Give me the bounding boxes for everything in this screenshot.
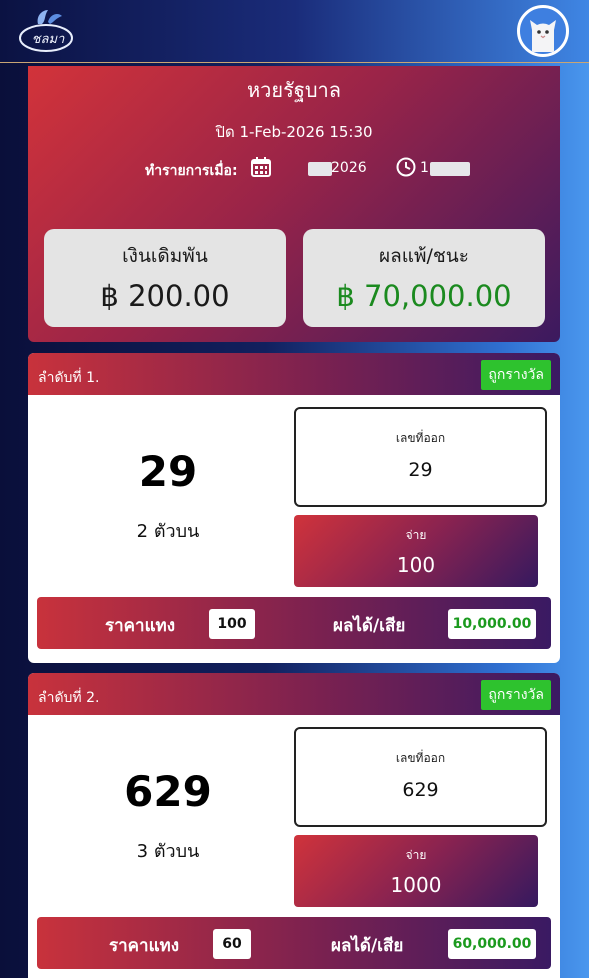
result-value: ฿ 70,000.00 bbox=[336, 279, 512, 313]
profit-label: ผลได้/เสีย bbox=[331, 936, 404, 956]
drawn-label: เลขที่ออก bbox=[395, 751, 446, 765]
bet-summary-bar: ราคาแทง 60 ผลได้/เสีย 60,000.00 bbox=[37, 917, 551, 969]
result-label: ผลแพ้/ชนะ bbox=[378, 245, 470, 267]
transaction-date: 2026 bbox=[331, 160, 367, 176]
top-bar: ชลมา bbox=[0, 0, 589, 63]
bet-type: 3 ตัวบน bbox=[136, 841, 200, 862]
transaction-label: ทำรายการเมื่อ: bbox=[145, 163, 238, 179]
stake-label: เงินเดิมพัน bbox=[122, 245, 208, 267]
summary-panel: หวยรัฐบาล ปิด 1-Feb-2026 15:30 ทำรายการเ… bbox=[28, 66, 560, 342]
drawn-value: 629 bbox=[402, 779, 439, 801]
bet-number: 629 bbox=[124, 767, 212, 816]
logo[interactable]: ชลมา bbox=[18, 6, 78, 54]
drawn-label: เลขที่ออก bbox=[395, 431, 446, 445]
profit-label: ผลได้/เสีย bbox=[333, 616, 406, 636]
redacted-date bbox=[308, 162, 332, 176]
drawn-value: 29 bbox=[408, 459, 433, 481]
drawn-number-box: เลขที่ออก 29 bbox=[294, 407, 547, 507]
result-box: ผลแพ้/ชนะ ฿ 70,000.00 bbox=[303, 229, 545, 327]
profit-value: 10,000.00 bbox=[448, 609, 536, 639]
bet-type: 2 ตัวบน bbox=[136, 521, 200, 542]
bet-card-header: ลำดับที่ 2. ถูกรางวัล bbox=[28, 673, 560, 715]
bet-card-header: ลำดับที่ 1. ถูกรางวัล bbox=[28, 353, 560, 395]
calendar-icon bbox=[251, 157, 271, 177]
price-value: 60 bbox=[213, 929, 251, 959]
bet-summary-bar: ราคาแทง 100 ผลได้/เสีย 10,000.00 bbox=[37, 597, 551, 649]
svg-text:ชลมา: ชลมา bbox=[32, 32, 65, 47]
win-badge: ถูกรางวัล bbox=[481, 680, 551, 710]
close-time: ปิด 1-Feb-2026 15:30 bbox=[215, 123, 373, 141]
clock-icon bbox=[396, 157, 416, 177]
bet-rank: ลำดับที่ 2. bbox=[38, 690, 100, 706]
price-value: 100 bbox=[209, 609, 255, 639]
payout-box: จ่าย 1000 bbox=[294, 835, 538, 907]
bet-number: 29 bbox=[138, 447, 198, 496]
payout-box: จ่าย 100 bbox=[294, 515, 538, 587]
win-badge: ถูกรางวัล bbox=[481, 360, 551, 390]
transaction-time: 1 bbox=[420, 160, 429, 176]
stake-value: ฿ 200.00 bbox=[100, 279, 230, 313]
pay-label: จ่าย bbox=[405, 528, 427, 542]
bet-rank: ลำดับที่ 1. bbox=[38, 370, 100, 386]
lottery-title: หวยรัฐบาล bbox=[246, 78, 342, 102]
price-label: ราคาแทง bbox=[109, 936, 180, 956]
bet-card: ลำดับที่ 2. ถูกรางวัล 629 3 ตัวบน เลขที่… bbox=[28, 673, 560, 978]
redacted-time bbox=[430, 162, 470, 176]
stake-box: เงินเดิมพัน ฿ 200.00 bbox=[44, 229, 286, 327]
price-label: ราคาแทง bbox=[105, 616, 176, 636]
profit-value: 60,000.00 bbox=[448, 929, 536, 959]
pay-label: จ่าย bbox=[405, 848, 427, 862]
drawn-number-box: เลขที่ออก 629 bbox=[294, 727, 547, 827]
pay-value: 100 bbox=[396, 553, 436, 577]
cat-avatar-icon[interactable] bbox=[517, 5, 569, 57]
bet-card: ลำดับที่ 1. ถูกรางวัล 29 2 ตัวบน เลขที่อ… bbox=[28, 353, 560, 663]
pay-value: 1000 bbox=[390, 873, 442, 897]
